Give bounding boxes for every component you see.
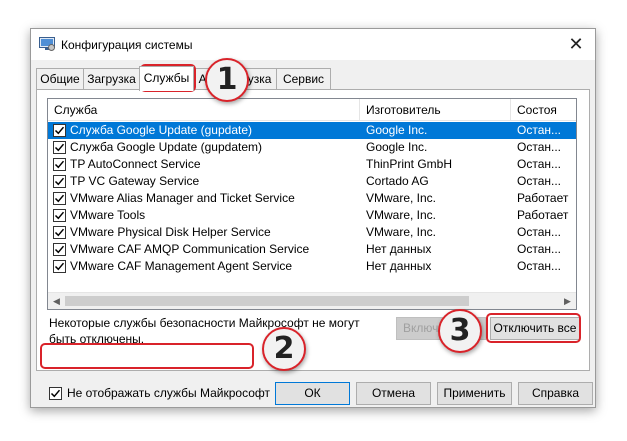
window-title: Конфигурация системы [61,38,193,52]
service-manufacturer: Google Inc. [366,123,428,137]
service-checkbox[interactable] [53,141,66,154]
checkmark-icon [54,228,65,237]
service-checkbox[interactable] [53,243,66,256]
service-manufacturer: ThinPrint GmbH [366,157,453,171]
highlight-hide-ms-checkbox [40,343,254,369]
service-name: VMware Physical Disk Helper Service [70,225,271,239]
service-manufacturer: VMware, Inc. [366,191,437,205]
services-list: Служба Изготовитель Состоя Служба Google… [47,98,577,310]
checkmark-icon [54,194,65,203]
tab-boot[interactable]: Загрузка [83,68,140,90]
checkmark-icon [54,211,65,220]
help-button[interactable]: Справка [518,382,593,405]
list-header: Служба Изготовитель Состоя [48,99,576,121]
service-status: Остан... [517,242,561,256]
service-status: Остан... [517,140,561,154]
close-button[interactable]: ✕ [563,32,589,56]
service-checkbox[interactable] [53,158,66,171]
service-status: Остан... [517,157,561,171]
service-row[interactable]: Служба Google Update (gupdate) Google Inc… [48,122,576,139]
service-status: Работает [517,191,569,205]
service-row[interactable]: TP AutoConnect Service ThinPrint GmbH Оста… [48,156,576,173]
service-name: Служба Google Update (gupdate) [70,123,252,137]
service-row[interactable]: Служба Google Update (gupdatem) Google In… [48,139,576,156]
service-row[interactable]: VMware Alias Manager and Ticket Service V… [48,190,576,207]
column-header-manufacturer[interactable]: Изготовитель [360,99,511,121]
service-name: TP VC Gateway Service [70,174,200,188]
checkmark-icon [54,177,65,186]
service-manufacturer: Нет данных [366,259,432,273]
msconfig-icon [39,37,55,51]
title-bar: Конфигурация системы ✕ [31,29,595,60]
highlight-disable-all-button [486,313,581,343]
service-manufacturer: VMware, Inc. [366,208,437,222]
service-name: TP AutoConnect Service [70,157,201,171]
service-name: VMware Alias Manager and Ticket Service [70,191,295,205]
callout-badge-3: 3 [438,309,482,353]
service-checkbox[interactable] [53,209,66,222]
callout-badge-1: 1 [205,58,249,102]
service-name: VMware CAF Management Agent Service [70,259,293,273]
scroll-thumb[interactable] [65,296,469,306]
service-status: Остан... [517,123,561,137]
apply-button[interactable]: Применить [437,382,512,405]
checkmark-icon [54,143,65,152]
service-manufacturer: Google Inc. [366,140,428,154]
service-manufacturer: VMware, Inc. [366,225,437,239]
service-checkbox[interactable] [53,124,66,137]
close-icon: ✕ [568,34,584,54]
checkmark-icon [54,262,65,271]
service-row[interactable]: VMware Physical Disk Helper Service VMwar… [48,224,576,241]
service-name: VMware Tools [70,208,146,222]
ok-button[interactable]: ОК [275,382,350,405]
service-checkbox[interactable] [53,260,66,273]
service-row[interactable]: VMware CAF AMQP Communication Service Нет… [48,241,576,258]
service-manufacturer: Cortado AG [366,174,429,188]
tab-tools[interactable]: Сервис [276,68,331,90]
callout-badge-2: 2 [262,327,306,371]
hide-ms-label: Не отображать службы Майкрософт [67,386,271,400]
service-checkbox[interactable] [53,175,66,188]
service-checkbox[interactable] [53,192,66,205]
service-status: Остан... [517,259,561,273]
column-header-service[interactable]: Служба [48,99,360,121]
service-status: Остан... [517,174,561,188]
column-header-status[interactable]: Состоя [511,99,576,121]
hide-ms-checkbox[interactable] [49,387,62,400]
tab-general[interactable]: Общие [36,68,84,90]
horizontal-scrollbar[interactable]: ◀ ▶ [48,292,576,309]
service-row[interactable]: VMware Tools VMware, Inc. Работает [48,207,576,224]
service-name: VMware CAF AMQP Communication Service [70,242,310,256]
service-checkbox[interactable] [53,226,66,239]
checkmark-icon [54,126,65,135]
checkmark-icon [50,389,61,398]
scroll-left-icon[interactable]: ◀ [48,293,65,309]
checkmark-icon [54,245,65,254]
service-row[interactable]: TP VC Gateway Service Cortado AG Остан... [48,173,576,190]
service-status: Остан... [517,225,561,239]
scroll-right-icon[interactable]: ▶ [559,293,576,309]
service-manufacturer: Нет данных [366,242,432,256]
service-status: Работает [517,208,569,222]
service-row[interactable]: VMware CAF Management Agent Service Нет д… [48,258,576,275]
service-name: Служба Google Update (gupdatem) [70,140,262,154]
tab-services[interactable]: Службы [139,66,194,91]
cancel-button[interactable]: Отмена [356,382,431,405]
checkmark-icon [54,160,65,169]
